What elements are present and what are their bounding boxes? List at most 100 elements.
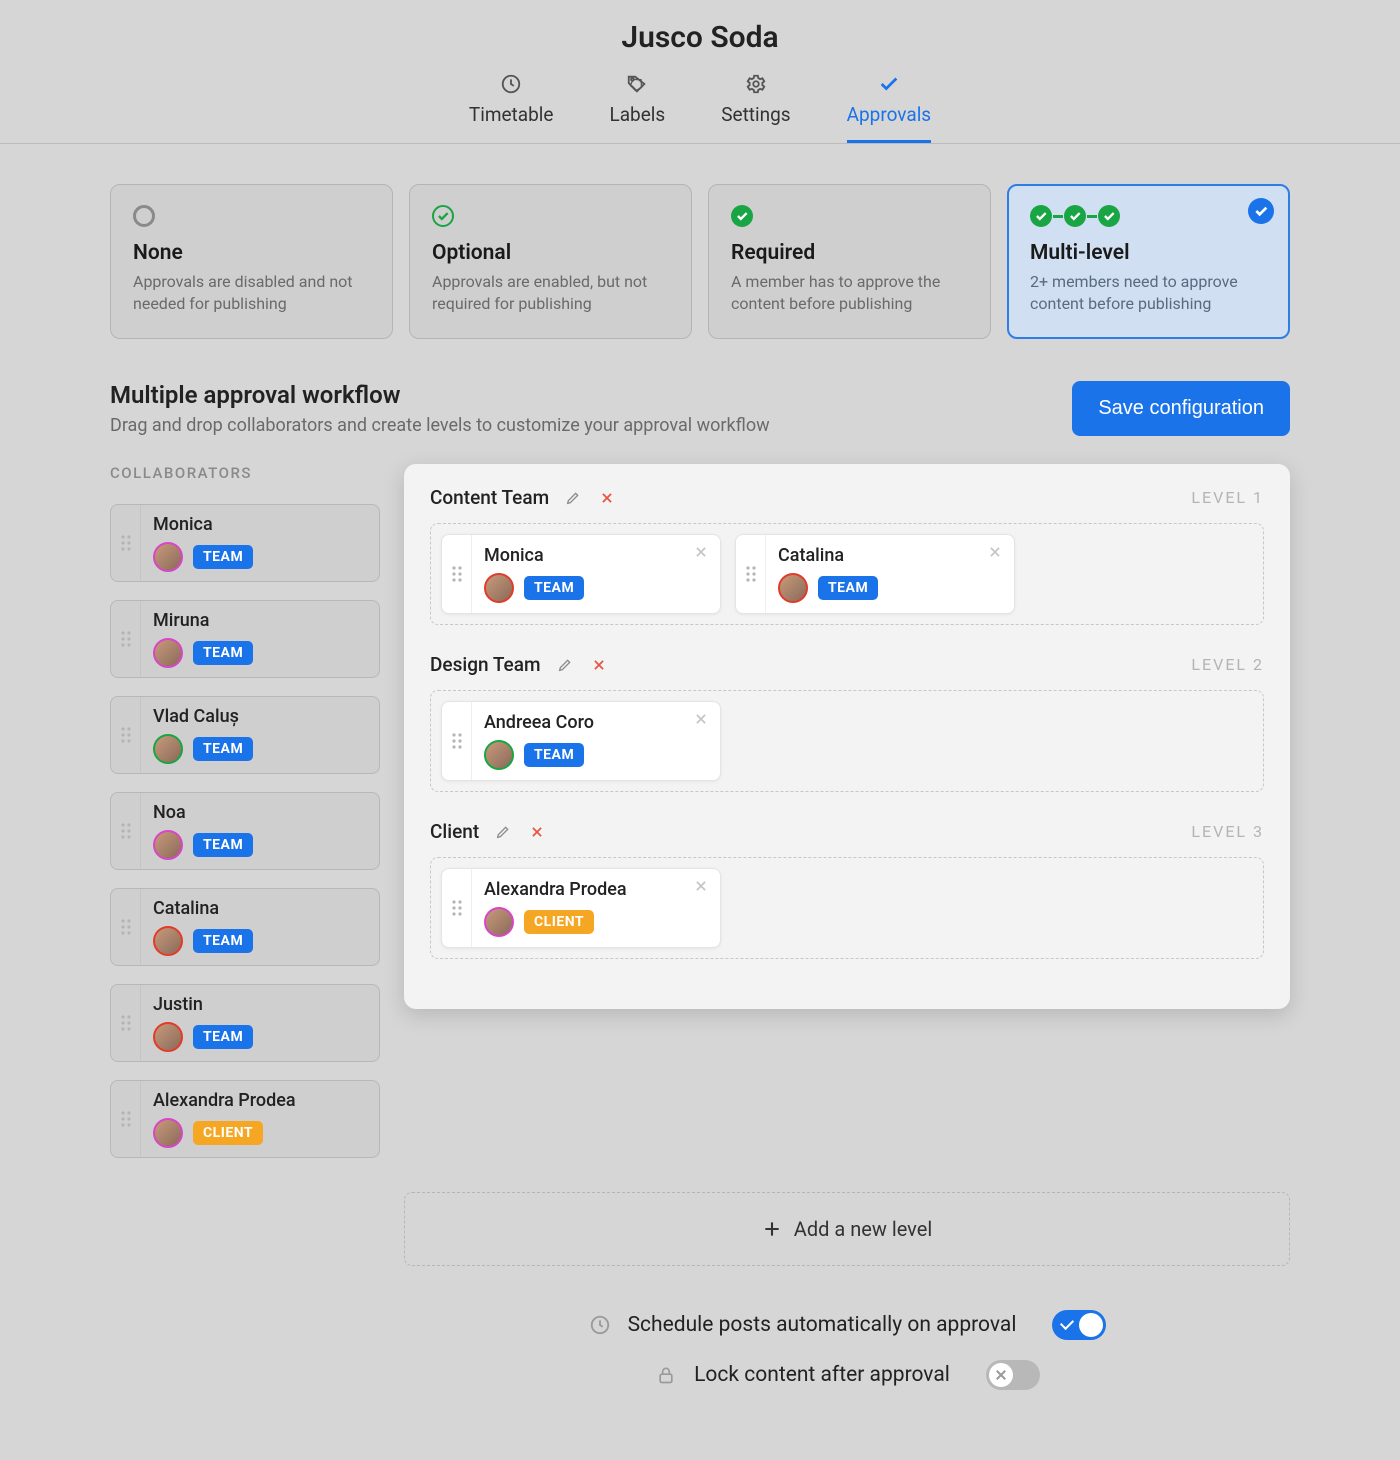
avatar (153, 926, 183, 956)
mode-title: Required (731, 241, 968, 265)
level-tag: LEVEL 3 (1191, 822, 1264, 841)
remove-member-button[interactable] (986, 543, 1004, 561)
drag-handle-icon[interactable] (442, 702, 472, 780)
toggle-label: Schedule posts automatically on approval (628, 1313, 1017, 1337)
edit-level-button[interactable] (563, 488, 583, 508)
collaborator-name: Vlad Caluș (153, 706, 253, 727)
add-level-button[interactable]: Add a new level (404, 1192, 1290, 1266)
toggle-lock-row: Lock content after approval (404, 1350, 1290, 1400)
mode-title: Optional (432, 241, 669, 265)
collaborator-card[interactable]: Vlad CalușTEAM (110, 696, 380, 774)
tab-label: Approvals (847, 103, 932, 126)
edit-level-button[interactable] (493, 822, 513, 842)
approval-level: Design TeamLEVEL 2Andreea CoroTEAM (430, 653, 1264, 792)
toggle-schedule-row: Schedule posts automatically on approval (404, 1300, 1290, 1350)
tab-settings[interactable]: Settings (721, 73, 790, 143)
drag-handle-icon[interactable] (111, 985, 141, 1061)
level-name: Content Team (430, 486, 549, 509)
level-dropzone[interactable]: Andreea CoroTEAM (430, 690, 1264, 792)
toggle-schedule-switch[interactable] (1052, 1310, 1106, 1340)
content: None Approvals are disabled and not need… (0, 144, 1400, 1460)
collaborator-card[interactable]: MirunaTEAM (110, 600, 380, 678)
collaborator-card[interactable]: JustinTEAM (110, 984, 380, 1062)
avatar (153, 638, 183, 668)
selected-checkmark-icon (1248, 198, 1274, 224)
approval-modes: None Approvals are disabled and not need… (110, 184, 1290, 339)
member-name: Monica (484, 545, 708, 566)
avatar (153, 734, 183, 764)
avatar (484, 740, 514, 770)
tab-labels[interactable]: Labels (609, 73, 665, 143)
tab-approvals[interactable]: Approvals (847, 73, 932, 143)
check-circle-filled-icon (731, 205, 753, 227)
drag-handle-icon[interactable] (111, 793, 141, 869)
level-member-card[interactable]: CatalinaTEAM (735, 534, 1015, 614)
tab-timetable[interactable]: Timetable (469, 73, 554, 143)
collaborator-name: Justin (153, 994, 253, 1015)
toggle-lock-switch[interactable] (986, 1360, 1040, 1390)
remove-member-button[interactable] (692, 877, 710, 895)
clock-icon (500, 73, 522, 95)
levels-panel: Content Team LEVEL 1 Monica TEAM CatalinaTEA… (404, 464, 1290, 1009)
avatar (153, 1022, 183, 1052)
avatar (153, 830, 183, 860)
role-badge: TEAM (193, 641, 253, 665)
level-member-card[interactable]: Monica TEAM (441, 534, 721, 614)
collaborator-name: Alexandra Prodea (153, 1090, 296, 1111)
drag-handle-icon[interactable] (111, 697, 141, 773)
drag-handle-icon[interactable] (111, 601, 141, 677)
avatar (484, 573, 514, 603)
workflow-workspace: COLLABORATORS MonicaTEAMMirunaTEAMVlad C… (110, 464, 1290, 1176)
mode-title: None (133, 241, 370, 265)
avatar (778, 573, 808, 603)
approval-level: ClientLEVEL 3Alexandra ProdeaCLIENT (430, 820, 1264, 959)
drag-handle-icon[interactable] (111, 889, 141, 965)
drag-handle-icon[interactable] (111, 505, 141, 581)
level-dropzone[interactable]: Alexandra ProdeaCLIENT (430, 857, 1264, 959)
mode-multi-level[interactable]: Multi-level 2+ members need to approve c… (1007, 184, 1290, 339)
level-member-card[interactable]: Andreea CoroTEAM (441, 701, 721, 781)
mode-required[interactable]: Required A member has to approve the con… (708, 184, 991, 339)
mode-optional[interactable]: Optional Approvals are enabled, but not … (409, 184, 692, 339)
tag-icon (626, 73, 648, 95)
header: Jusco Soda Timetable Labels Settings App… (0, 0, 1400, 144)
drag-handle-icon[interactable] (442, 869, 472, 947)
delete-level-button[interactable] (589, 655, 609, 675)
check-circle-outline-icon (432, 205, 454, 227)
collaborator-card[interactable]: Alexandra ProdeaCLIENT (110, 1080, 380, 1158)
role-badge: TEAM (524, 576, 584, 600)
level-tag: LEVEL 2 (1191, 655, 1264, 674)
mode-desc: Approvals are disabled and not needed fo… (133, 271, 370, 314)
toggle-label: Lock content after approval (694, 1363, 950, 1387)
level-tag: LEVEL 1 (1191, 488, 1264, 507)
member-name: Alexandra Prodea (484, 879, 708, 900)
collaborator-card[interactable]: NoaTEAM (110, 792, 380, 870)
edit-level-button[interactable] (555, 655, 575, 675)
drag-handle-icon[interactable] (442, 535, 472, 613)
role-badge: TEAM (193, 833, 253, 857)
circle-empty-icon (133, 205, 155, 227)
delete-level-button[interactable] (527, 822, 547, 842)
level-member-card[interactable]: Alexandra ProdeaCLIENT (441, 868, 721, 948)
drag-handle-icon[interactable] (736, 535, 766, 613)
mode-desc: Approvals are enabled, but not required … (432, 271, 669, 314)
mode-desc: 2+ members need to approve content befor… (1030, 271, 1267, 314)
remove-member-button[interactable] (692, 710, 710, 728)
drag-handle-icon[interactable] (111, 1081, 141, 1157)
lower-area: Add a new level Schedule posts automatic… (404, 1192, 1290, 1400)
delete-level-button[interactable] (597, 488, 617, 508)
role-badge: TEAM (193, 929, 253, 953)
section-title: Multiple approval workflow (110, 381, 770, 409)
mode-none[interactable]: None Approvals are disabled and not need… (110, 184, 393, 339)
approval-level: Content Team LEVEL 1 Monica TEAM CatalinaTEA… (430, 486, 1264, 625)
collaborator-card[interactable]: CatalinaTEAM (110, 888, 380, 966)
level-dropzone[interactable]: Monica TEAM CatalinaTEAM (430, 523, 1264, 625)
multi-check-icon (1030, 205, 1267, 227)
avatar (153, 1118, 183, 1148)
remove-member-button[interactable] (692, 543, 710, 561)
role-badge: TEAM (193, 545, 253, 569)
collaborator-card[interactable]: MonicaTEAM (110, 504, 380, 582)
mode-title: Multi-level (1030, 241, 1267, 265)
save-configuration-button[interactable]: Save configuration (1072, 381, 1290, 436)
role-badge: TEAM (524, 743, 584, 767)
